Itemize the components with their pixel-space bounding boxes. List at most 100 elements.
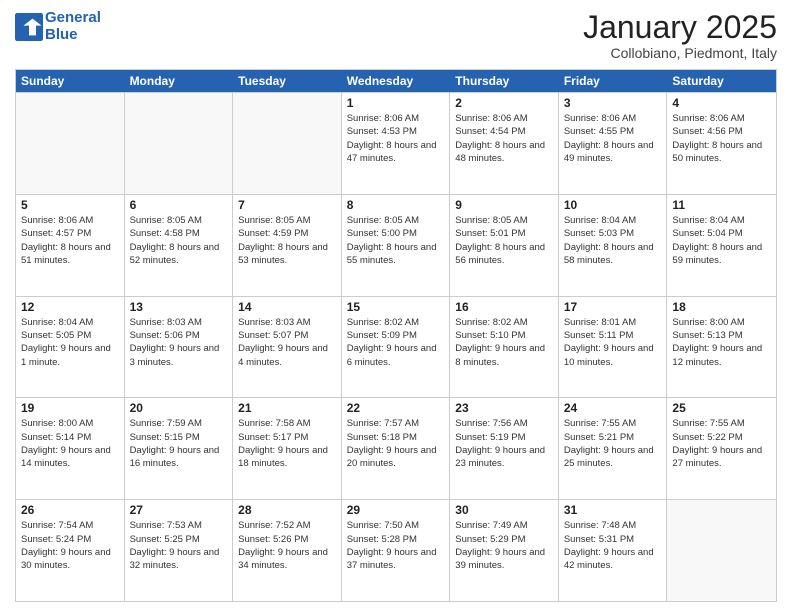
empty-cell: [233, 93, 342, 194]
day-number: 14: [238, 300, 336, 314]
day-number: 22: [347, 401, 445, 415]
day-cell-8: 8 Sunrise: 8:05 AM Sunset: 5:00 PM Daylig…: [342, 195, 451, 296]
empty-cell: [16, 93, 125, 194]
day-info: Sunrise: 7:48 AM Sunset: 5:31 PM Dayligh…: [564, 519, 662, 572]
day-cell-14: 14 Sunrise: 8:03 AM Sunset: 5:07 PM Dayli…: [233, 297, 342, 398]
day-cell-19: 19 Sunrise: 8:00 AM Sunset: 5:14 PM Dayli…: [16, 398, 125, 499]
day-info: Sunrise: 7:56 AM Sunset: 5:19 PM Dayligh…: [455, 417, 553, 470]
day-cell-18: 18Sunrise: 8:00 AM Sunset: 5:13 PM Dayli…: [667, 297, 776, 398]
day-info: Sunrise: 7:52 AM Sunset: 5:26 PM Dayligh…: [238, 519, 336, 572]
day-info: Sunrise: 8:04 AM Sunset: 5:03 PM Dayligh…: [564, 214, 662, 267]
month-title: January 2025: [583, 10, 777, 45]
day-number: 15: [347, 300, 445, 314]
day-info: Sunrise: 8:05 AM Sunset: 5:01 PM Dayligh…: [455, 214, 553, 267]
day-number: 2: [455, 96, 553, 110]
day-number: 9: [455, 198, 553, 212]
day-info: Sunrise: 8:05 AM Sunset: 4:58 PM Dayligh…: [130, 214, 228, 267]
day-info: Sunrise: 8:05 AM Sunset: 5:00 PM Dayligh…: [347, 214, 445, 267]
day-cell-4: 4 Sunrise: 8:06 AM Sunset: 4:56 PM Daylig…: [667, 93, 776, 194]
week-row-4: 19 Sunrise: 8:00 AM Sunset: 5:14 PM Dayli…: [16, 397, 776, 499]
day-cell-20: 20Sunrise: 7:59 AM Sunset: 5:15 PM Dayli…: [125, 398, 234, 499]
day-info: Sunrise: 8:06 AM Sunset: 4:55 PM Dayligh…: [564, 112, 662, 165]
day-cell-24: 24 Sunrise: 7:55 AM Sunset: 5:21 PM Dayli…: [559, 398, 668, 499]
subtitle: Collobiano, Piedmont, Italy: [583, 45, 777, 61]
day-cell-26: 26 Sunrise: 7:54 AM Sunset: 5:24 PM Dayli…: [16, 500, 125, 601]
day-info: Sunrise: 8:04 AM Sunset: 5:05 PM Dayligh…: [21, 316, 119, 369]
day-info: Sunrise: 8:02 AM Sunset: 5:09 PM Dayligh…: [347, 316, 445, 369]
day-cell-12: 12Sunrise: 8:04 AM Sunset: 5:05 PM Dayli…: [16, 297, 125, 398]
day-cell-17: 17 Sunrise: 8:01 AM Sunset: 5:11 PM Dayli…: [559, 297, 668, 398]
page: General Blue January 2025 Collobiano, Pi…: [0, 0, 792, 612]
day-info: Sunrise: 7:53 AM Sunset: 5:25 PM Dayligh…: [130, 519, 228, 572]
header-day-wednesday: Wednesday: [342, 70, 451, 92]
day-cell-28: 28 Sunrise: 7:52 AM Sunset: 5:26 PM Dayli…: [233, 500, 342, 601]
day-cell-16: 16Sunrise: 8:02 AM Sunset: 5:10 PM Dayli…: [450, 297, 559, 398]
day-info: Sunrise: 7:55 AM Sunset: 5:21 PM Dayligh…: [564, 417, 662, 470]
day-cell-7: 7Sunrise: 8:05 AM Sunset: 4:59 PM Daylig…: [233, 195, 342, 296]
day-number: 30: [455, 503, 553, 517]
day-cell-6: 6Sunrise: 8:05 AM Sunset: 4:58 PM Daylig…: [125, 195, 234, 296]
day-info: Sunrise: 7:58 AM Sunset: 5:17 PM Dayligh…: [238, 417, 336, 470]
day-cell-13: 13 Sunrise: 8:03 AM Sunset: 5:06 PM Dayli…: [125, 297, 234, 398]
day-info: Sunrise: 7:59 AM Sunset: 5:15 PM Dayligh…: [130, 417, 228, 470]
day-cell-9: 9 Sunrise: 8:05 AM Sunset: 5:01 PM Daylig…: [450, 195, 559, 296]
empty-cell: [667, 500, 776, 601]
day-number: 23: [455, 401, 553, 415]
day-cell-3: 3 Sunrise: 8:06 AM Sunset: 4:55 PM Daylig…: [559, 93, 668, 194]
day-cell-2: 2Sunrise: 8:06 AM Sunset: 4:54 PM Daylig…: [450, 93, 559, 194]
day-info: Sunrise: 7:49 AM Sunset: 5:29 PM Dayligh…: [455, 519, 553, 572]
day-number: 11: [672, 198, 771, 212]
empty-cell: [125, 93, 234, 194]
week-row-3: 12Sunrise: 8:04 AM Sunset: 5:05 PM Dayli…: [16, 296, 776, 398]
day-info: Sunrise: 8:06 AM Sunset: 4:57 PM Dayligh…: [21, 214, 119, 267]
day-cell-22: 22 Sunrise: 7:57 AM Sunset: 5:18 PM Dayli…: [342, 398, 451, 499]
header: General Blue January 2025 Collobiano, Pi…: [15, 10, 777, 61]
day-number: 5: [21, 198, 119, 212]
header-day-sunday: Sunday: [16, 70, 125, 92]
day-info: Sunrise: 8:03 AM Sunset: 5:06 PM Dayligh…: [130, 316, 228, 369]
logo: General Blue: [15, 10, 101, 43]
day-number: 27: [130, 503, 228, 517]
day-info: Sunrise: 8:01 AM Sunset: 5:11 PM Dayligh…: [564, 316, 662, 369]
day-number: 1: [347, 96, 445, 110]
day-info: Sunrise: 8:03 AM Sunset: 5:07 PM Dayligh…: [238, 316, 336, 369]
day-info: Sunrise: 7:54 AM Sunset: 5:24 PM Dayligh…: [21, 519, 119, 572]
day-cell-10: 10Sunrise: 8:04 AM Sunset: 5:03 PM Dayli…: [559, 195, 668, 296]
day-number: 19: [21, 401, 119, 415]
day-cell-30: 30 Sunrise: 7:49 AM Sunset: 5:29 PM Dayli…: [450, 500, 559, 601]
calendar: SundayMondayTuesdayWednesdayThursdayFrid…: [15, 69, 777, 602]
day-number: 18: [672, 300, 771, 314]
day-cell-23: 23 Sunrise: 7:56 AM Sunset: 5:19 PM Dayli…: [450, 398, 559, 499]
logo-text: General Blue: [45, 10, 101, 43]
day-number: 28: [238, 503, 336, 517]
day-cell-25: 25Sunrise: 7:55 AM Sunset: 5:22 PM Dayli…: [667, 398, 776, 499]
day-info: Sunrise: 7:57 AM Sunset: 5:18 PM Dayligh…: [347, 417, 445, 470]
logo-icon: [15, 13, 43, 41]
day-number: 21: [238, 401, 336, 415]
day-cell-5: 5 Sunrise: 8:06 AM Sunset: 4:57 PM Daylig…: [16, 195, 125, 296]
day-number: 7: [238, 198, 336, 212]
day-number: 25: [672, 401, 771, 415]
week-row-5: 26 Sunrise: 7:54 AM Sunset: 5:24 PM Dayli…: [16, 499, 776, 601]
day-number: 31: [564, 503, 662, 517]
day-number: 26: [21, 503, 119, 517]
day-number: 29: [347, 503, 445, 517]
day-info: Sunrise: 8:06 AM Sunset: 4:56 PM Dayligh…: [672, 112, 771, 165]
day-info: Sunrise: 8:00 AM Sunset: 5:14 PM Dayligh…: [21, 417, 119, 470]
day-cell-15: 15 Sunrise: 8:02 AM Sunset: 5:09 PM Dayli…: [342, 297, 451, 398]
day-number: 16: [455, 300, 553, 314]
day-number: 24: [564, 401, 662, 415]
day-number: 3: [564, 96, 662, 110]
week-row-1: 1Sunrise: 8:06 AM Sunset: 4:53 PM Daylig…: [16, 92, 776, 194]
day-cell-21: 21 Sunrise: 7:58 AM Sunset: 5:17 PM Dayli…: [233, 398, 342, 499]
header-day-tuesday: Tuesday: [233, 70, 342, 92]
day-number: 17: [564, 300, 662, 314]
header-day-friday: Friday: [559, 70, 668, 92]
day-cell-11: 11Sunrise: 8:04 AM Sunset: 5:04 PM Dayli…: [667, 195, 776, 296]
week-row-2: 5 Sunrise: 8:06 AM Sunset: 4:57 PM Daylig…: [16, 194, 776, 296]
header-day-saturday: Saturday: [667, 70, 776, 92]
calendar-header: SundayMondayTuesdayWednesdayThursdayFrid…: [16, 70, 776, 92]
day-number: 8: [347, 198, 445, 212]
day-number: 13: [130, 300, 228, 314]
day-number: 4: [672, 96, 771, 110]
